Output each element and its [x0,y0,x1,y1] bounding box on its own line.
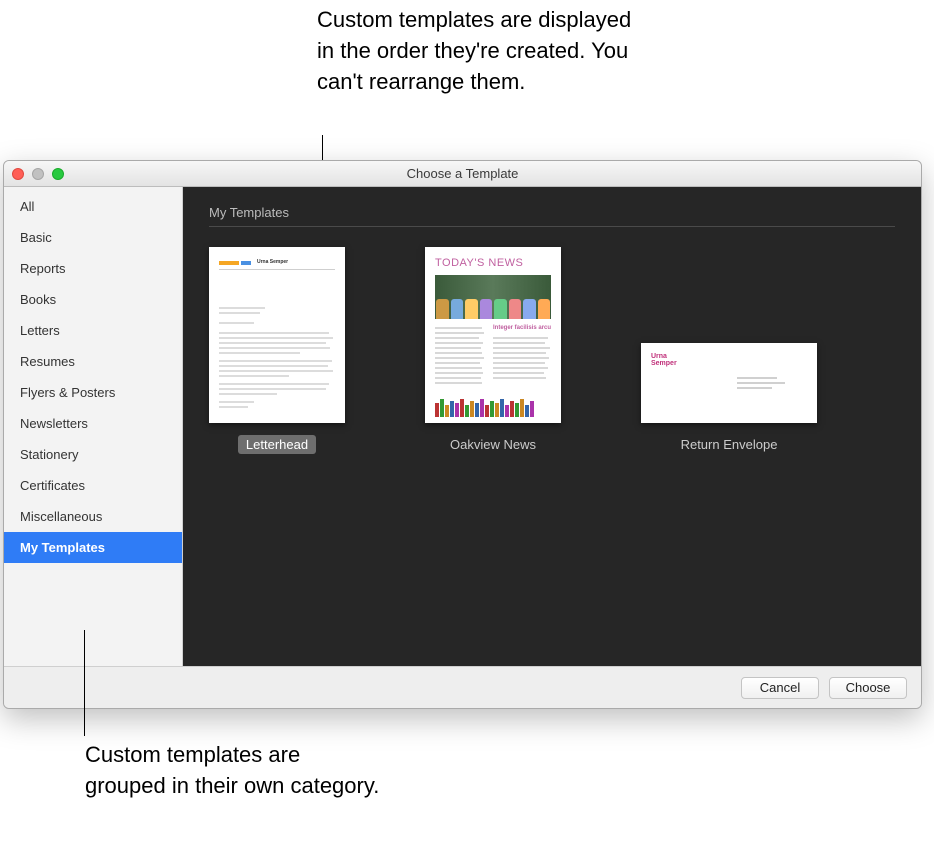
callout-line-bottom [84,630,85,736]
sidebar-item-basic[interactable]: Basic [4,222,182,253]
template-letterhead[interactable]: Urna Semper Letterhead [209,247,345,454]
window-body: All Basic Reports Books Letters Resumes … [4,187,921,666]
sidebar-item-resumes[interactable]: Resumes [4,346,182,377]
template-grid: Urna Semper Letterhead [209,247,895,454]
template-oakview-news[interactable]: TODAY'S NEWS Integer facilisis arcu [425,247,561,454]
sidebar-item-all[interactable]: All [4,191,182,222]
thumb-env-name: UrnaSemper [651,353,677,367]
category-sidebar: All Basic Reports Books Letters Resumes … [4,187,183,666]
sidebar-item-reports[interactable]: Reports [4,253,182,284]
thumb-news-title: TODAY'S NEWS [435,257,523,269]
sidebar-item-miscellaneous[interactable]: Miscellaneous [4,501,182,532]
template-label-oakview-news: Oakview News [442,435,544,454]
annotation-top-text: Custom templates are displayed in the or… [317,5,647,97]
thumbnail-oakview-news: TODAY'S NEWS Integer facilisis arcu [425,247,561,423]
minimize-button[interactable] [32,168,44,180]
sidebar-item-newsletters[interactable]: Newsletters [4,408,182,439]
thumb-news-subtitle: Integer facilisis arcu [493,325,551,331]
window-titlebar: Choose a Template [4,161,921,187]
template-grid-area: My Templates Urna Semper [183,187,921,666]
sidebar-item-stationery[interactable]: Stationery [4,439,182,470]
sidebar-item-certificates[interactable]: Certificates [4,470,182,501]
sidebar-item-books[interactable]: Books [4,284,182,315]
cancel-button[interactable]: Cancel [741,677,819,699]
template-chooser-window: Choose a Template All Basic Reports Book… [3,160,922,709]
thumbnail-return-envelope: UrnaSemper [641,343,817,423]
sidebar-item-flyers-posters[interactable]: Flyers & Posters [4,377,182,408]
window-title: Choose a Template [407,166,519,181]
thumb-letterhead-name: Urna Semper [257,259,288,265]
traffic-lights [12,168,64,180]
sidebar-item-my-templates[interactable]: My Templates [4,532,182,563]
zoom-button[interactable] [52,168,64,180]
template-label-letterhead: Letterhead [238,435,316,454]
annotation-bottom-text: Custom templates are grouped in their ow… [85,740,385,802]
section-header: My Templates [209,197,895,227]
sidebar-item-letters[interactable]: Letters [4,315,182,346]
template-return-envelope[interactable]: UrnaSemper Return Envelope [641,343,817,454]
thumbnail-letterhead: Urna Semper [209,247,345,423]
template-label-return-envelope: Return Envelope [673,435,786,454]
close-button[interactable] [12,168,24,180]
choose-button[interactable]: Choose [829,677,907,699]
dialog-footer: Cancel Choose [4,666,921,708]
